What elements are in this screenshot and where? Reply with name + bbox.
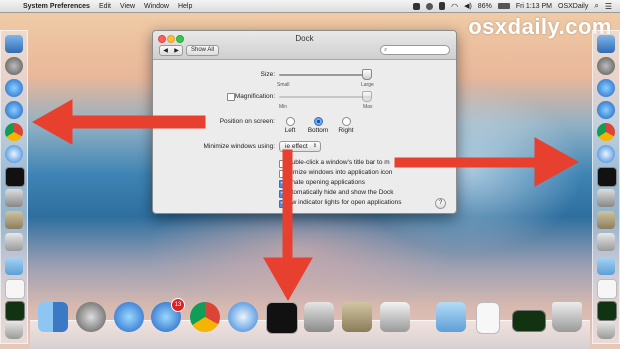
arrow-left-icon — [31, 99, 206, 145]
arrow-down-icon — [263, 149, 313, 302]
annotation-arrows — [31, 99, 580, 302]
arrow-right-icon — [394, 137, 580, 187]
